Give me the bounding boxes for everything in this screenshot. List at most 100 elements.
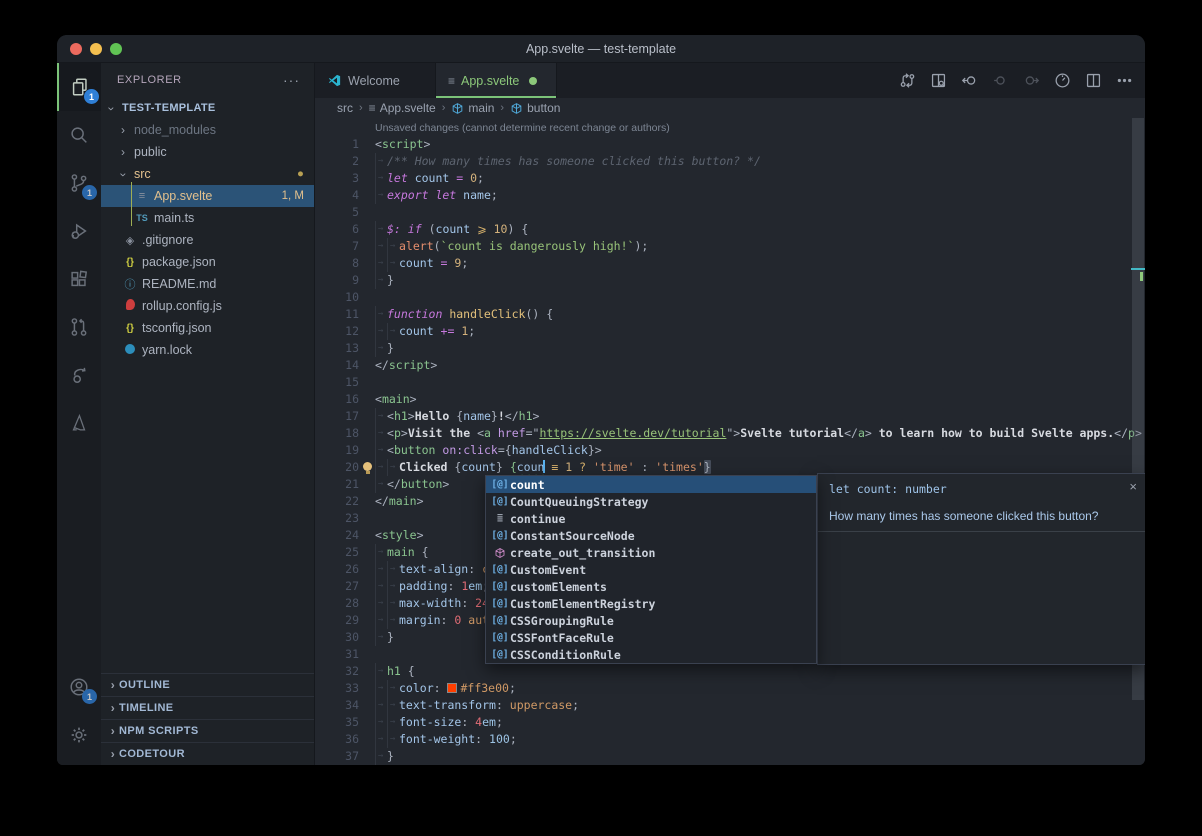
tree-item-label: TEST-TEMPLATE (122, 102, 216, 114)
activity-azure-icon[interactable] (57, 399, 101, 447)
code-line[interactable]: 4→export let name; (315, 187, 1145, 204)
activity-extensions-icon[interactable] (57, 255, 101, 303)
code-line[interactable]: 33→→color: #ff3e00; (315, 680, 1145, 697)
code-line[interactable]: 16<main> (315, 391, 1145, 408)
breadcrumb-button[interactable]: button (510, 101, 560, 115)
suggestion-create_out_transition[interactable]: create_out_transition (486, 544, 816, 561)
suggestion-cssfontfacerule[interactable]: [@]CSSFontFaceRule (486, 629, 816, 646)
traffic-lights (70, 43, 122, 55)
open-preview-icon[interactable] (927, 70, 949, 92)
activity-run-debug-icon[interactable] (57, 207, 101, 255)
suggestion-customelements[interactable]: [@]customElements (486, 578, 816, 595)
suggestion-constantsourcenode[interactable]: [@]ConstantSourceNode (486, 527, 816, 544)
editor-scrollbar[interactable] (1131, 118, 1145, 765)
code-line[interactable]: 17→<h1>Hello {name}!</h1> (315, 408, 1145, 425)
breadcrumb-main[interactable]: main (451, 101, 494, 115)
rollup-file-icon (123, 299, 137, 313)
section-codetour[interactable]: ›CODETOUR (101, 742, 314, 765)
maximize-window-icon[interactable] (110, 43, 122, 55)
code-line[interactable]: 15 (315, 374, 1145, 391)
docs-description: How many times has someone clicked this … (818, 496, 1145, 531)
tree-item-src[interactable]: ›src● (101, 163, 314, 185)
tree-item--gitignore[interactable]: ◈.gitignore (101, 229, 314, 251)
code-line[interactable]: 5 (315, 204, 1145, 221)
tab-app-svelte[interactable]: ≡App.svelte (436, 63, 557, 98)
tree-item-label: rollup.config.js (142, 299, 222, 313)
activity-account-icon[interactable]: 1 (57, 663, 101, 711)
title-bar[interactable]: App.svelte — test-template (57, 35, 1145, 63)
code-line[interactable]: 10 (315, 289, 1145, 306)
suggestion-cssconditionrule[interactable]: [@]CSSConditionRule (486, 646, 816, 663)
code-line[interactable]: 6→$: if (count ⩾ 10) { (315, 221, 1145, 238)
code-line[interactable]: 36→→font-weight: 100; (315, 731, 1145, 748)
tab-welcome[interactable]: Welcome (315, 63, 436, 98)
code-line[interactable]: 7→→alert(`count is dangerously high!`); (315, 238, 1145, 255)
code-line[interactable]: 19→<button on:click={handleClick}> (315, 442, 1145, 459)
code-editor[interactable]: Unsaved changes (cannot determine recent… (315, 118, 1145, 765)
code-line[interactable]: 37→} (315, 748, 1145, 765)
code-line[interactable]: 3→let count = 0; (315, 170, 1145, 187)
suggestion-customelementregistry[interactable]: [@]CustomElementRegistry (486, 595, 816, 612)
tree-item-app-svelte[interactable]: ≡App.svelte1, M (101, 185, 314, 207)
code-line[interactable]: 13→} (315, 340, 1145, 357)
code-line[interactable]: 8→→count = 9; (315, 255, 1145, 272)
line-number: 33 (315, 680, 359, 697)
next-change-icon[interactable] (1020, 70, 1042, 92)
code-line[interactable]: 35→→font-size: 4em; (315, 714, 1145, 731)
chevron-icon: › (117, 123, 129, 137)
explorer-more-actions-icon[interactable]: ··· (283, 72, 300, 88)
activity-search-icon[interactable] (57, 111, 101, 159)
code-line[interactable]: 18→<p>Visit the <a href="https://svelte.… (315, 425, 1145, 442)
change-indicator-icon[interactable] (989, 70, 1011, 92)
code-line[interactable]: 32→h1 { (315, 663, 1145, 680)
tree-item-label: App.svelte (154, 189, 212, 203)
tree-item-main-ts[interactable]: TSmain.ts (101, 207, 314, 229)
activity-explorer-icon[interactable]: 1 (57, 63, 103, 111)
code-line[interactable]: 1<script> (315, 136, 1145, 153)
tree-item-package-json[interactable]: {}package.json (101, 251, 314, 273)
section-outline[interactable]: ›OUTLINE (101, 673, 314, 696)
code-line[interactable]: 34→→text-transform: uppercase; (315, 697, 1145, 714)
more-actions-icon[interactable] (1113, 70, 1135, 92)
code-line[interactable]: 9→} (315, 272, 1145, 289)
minimize-window-icon[interactable] (90, 43, 102, 55)
code-line[interactable]: 14</script> (315, 357, 1145, 374)
suggestion-countqueuingstrategy[interactable]: [@]CountQueuingStrategy (486, 493, 816, 510)
open-changes-icon[interactable] (896, 70, 918, 92)
close-icon[interactable]: × (1129, 480, 1137, 493)
tree-item-public[interactable]: ›public (101, 141, 314, 163)
symbol-module-icon (490, 547, 510, 559)
activity-pull-requests-icon[interactable] (57, 303, 101, 351)
line-number: 19 (315, 442, 359, 459)
tree-item-yarn-lock[interactable]: yarn.lock (101, 339, 314, 361)
line-number: 3 (315, 170, 359, 187)
section-npm-scripts[interactable]: ›NPM SCRIPTS (101, 719, 314, 742)
tree-item-readme-md[interactable]: ⓘREADME.md (101, 273, 314, 295)
activity-source-control-icon[interactable]: 1 (57, 159, 101, 207)
suggestion-label: create_out_transition (510, 546, 655, 560)
section-timeline[interactable]: ›TIMELINE (101, 696, 314, 719)
code-line[interactable]: 2→/** How many times has someone clicked… (315, 153, 1145, 170)
tree-item-rollup-config-js[interactable]: rollup.config.js (101, 295, 314, 317)
codelens-annotation[interactable]: Unsaved changes (cannot determine recent… (315, 118, 1145, 136)
suggestion-count[interactable]: [@]count (486, 476, 816, 493)
split-editor-icon[interactable] (1082, 70, 1104, 92)
activity-live-share-icon[interactable] (57, 351, 101, 399)
activity-settings-gear-icon[interactable] (57, 711, 101, 759)
suggestion-cssgroupingrule[interactable]: [@]CSSGroupingRule (486, 612, 816, 629)
suggestion-customevent[interactable]: [@]CustomEvent (486, 561, 816, 578)
editor-toolbar (896, 63, 1139, 98)
previous-change-icon[interactable] (958, 70, 980, 92)
tree-item-node-modules[interactable]: ›node_modules (101, 119, 314, 141)
tree-item-test-template[interactable]: ›TEST-TEMPLATE (101, 97, 314, 119)
breadcrumb-app-svelte[interactable]: ≡App.svelte (369, 101, 436, 115)
tree-item-tsconfig-json[interactable]: {}tsconfig.json (101, 317, 314, 339)
line-number: 23 (315, 510, 359, 527)
suggestion-continue[interactable]: ≣continue (486, 510, 816, 527)
breadcrumb-src[interactable]: src (337, 101, 353, 115)
code-line[interactable]: 12→→count += 1; (315, 323, 1145, 340)
close-window-icon[interactable] (70, 43, 82, 55)
code-line[interactable]: 11→function handleClick() { (315, 306, 1145, 323)
lightbulb-icon[interactable] (363, 462, 372, 471)
run-timer-icon[interactable] (1051, 70, 1073, 92)
